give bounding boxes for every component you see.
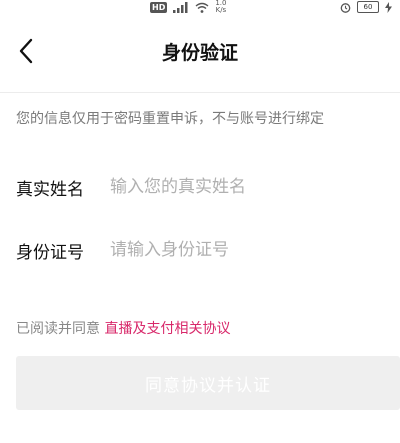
id-number-input[interactable] [110,240,386,260]
id-number-field-label: 身份证号 [16,242,84,263]
network-speed-unit: K/s [215,6,227,14]
agreement-line: 已阅读并同意 直播及支付相关协议 [16,318,230,338]
network-speed: 1.0 K/s [215,0,226,14]
id-number-field-row: 身份证号 [16,232,386,268]
status-bar: HD 1.0 K/s 60 [0,0,400,18]
agreement-link[interactable]: 直播及支付相关协议 [104,321,230,337]
hd-badge: HD [150,1,168,13]
signal-icon [173,0,189,17]
wifi-icon [195,0,209,17]
agreement-prefix: 已阅读并同意 [16,321,100,337]
name-field-row: 真实姓名 [16,169,386,205]
charging-icon [385,0,392,17]
privacy-notice: 您的信息仅用于密码重置申诉，不与账号进行绑定 [16,111,324,127]
agree-and-verify-button[interactable]: 同意协议并认证 [16,356,400,410]
battery-icon: 60 [357,1,379,13]
page-header: 身份验证 [0,22,400,82]
page-title: 身份验证 [161,42,238,64]
status-icons-left: HD 1.0 K/s [150,0,226,14]
name-field-label: 真实姓名 [16,179,84,200]
header-divider [0,92,400,93]
alarm-icon [340,0,351,17]
name-input[interactable] [110,177,386,197]
status-icons-right: 60 [340,0,392,14]
